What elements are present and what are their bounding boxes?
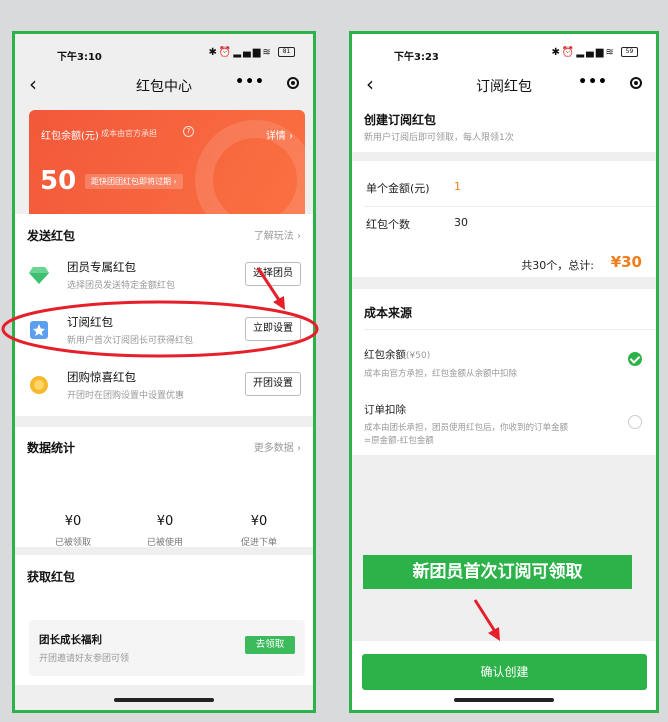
annotation-overlay-right — [473, 599, 500, 641]
pointer-arrow-line — [473, 599, 498, 634]
